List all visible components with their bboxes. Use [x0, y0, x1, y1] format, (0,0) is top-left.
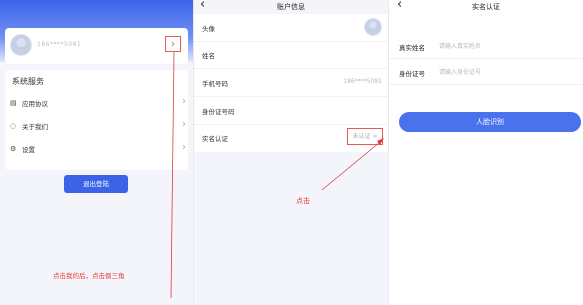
avatar	[364, 18, 382, 36]
face-recognition-button[interactable]: 人脸识别	[399, 112, 581, 132]
row-label: 实名认证	[202, 135, 228, 143]
row-label: 姓名	[202, 52, 215, 60]
menu-item-label: 关于我们	[22, 123, 48, 131]
real-name-input[interactable]	[439, 40, 569, 52]
row-name[interactable]: 姓名	[194, 41, 388, 69]
chevron-right-icon: ›	[182, 119, 186, 130]
menu-item-about[interactable]: ◌ 关于我们 ›	[8, 118, 188, 136]
gear-icon: ⚙	[10, 145, 17, 153]
chevron-right-icon: ›	[182, 96, 186, 107]
profile-card[interactable]	[5, 28, 188, 64]
avatar	[10, 34, 32, 56]
menu-item-settings[interactable]: ⚙ 设置 ›	[8, 141, 188, 159]
chevron-right-icon: ›	[182, 142, 186, 153]
menu-item-label: 设置	[22, 146, 35, 154]
field-label: 真实姓名	[399, 44, 425, 52]
id-number-field: 身份证号	[389, 60, 583, 85]
menu-item-label: 应用协议	[22, 100, 48, 108]
row-label: 身份证号码	[202, 108, 235, 116]
document-icon: ▤	[10, 99, 17, 107]
real-name-verification-panel: ‹ 实名认证 真实姓名 身份证号 人脸识别	[389, 0, 583, 305]
row-value: 186****5081	[343, 78, 382, 85]
section-title: 系统服务	[12, 77, 44, 86]
instruction-annotation: 点击我的后，点击倒三角	[53, 272, 125, 280]
profile-chevron-button[interactable]: ›	[165, 36, 181, 52]
field-label: 身份证号	[399, 70, 425, 78]
id-number-input[interactable]	[439, 66, 569, 78]
row-avatar[interactable]: 头像	[194, 14, 388, 42]
verification-status-button[interactable]: 未认证 >	[347, 128, 383, 145]
row-id-number[interactable]: 身份证号码	[194, 97, 388, 125]
row-label: 头像	[202, 25, 215, 33]
page-title: 实名认证	[472, 3, 500, 11]
chat-icon: ◌	[10, 122, 17, 130]
row-phone[interactable]: 手机号码 186****5081	[194, 69, 388, 97]
mine-panel: 186****5081 › 系统服务 ▤ 应用协议 › ◌ 关于我们 › ⚙ 设…	[0, 0, 193, 305]
logout-button[interactable]: 退出登陆	[64, 175, 128, 193]
real-name-field: 真实姓名	[389, 34, 583, 59]
row-label: 手机号码	[202, 80, 228, 88]
nav-bar: ‹ 账户信息	[194, 0, 388, 12]
click-annotation: 点击	[296, 197, 310, 205]
masked-phone: 186****5081	[37, 41, 82, 48]
account-info-panel: ‹ 账户信息 头像 姓名 手机号码 186****5081 身份证号码 实名认证…	[194, 0, 388, 305]
page-title: 账户信息	[277, 3, 305, 11]
menu-item-agreement[interactable]: ▤ 应用协议 ›	[8, 95, 188, 113]
